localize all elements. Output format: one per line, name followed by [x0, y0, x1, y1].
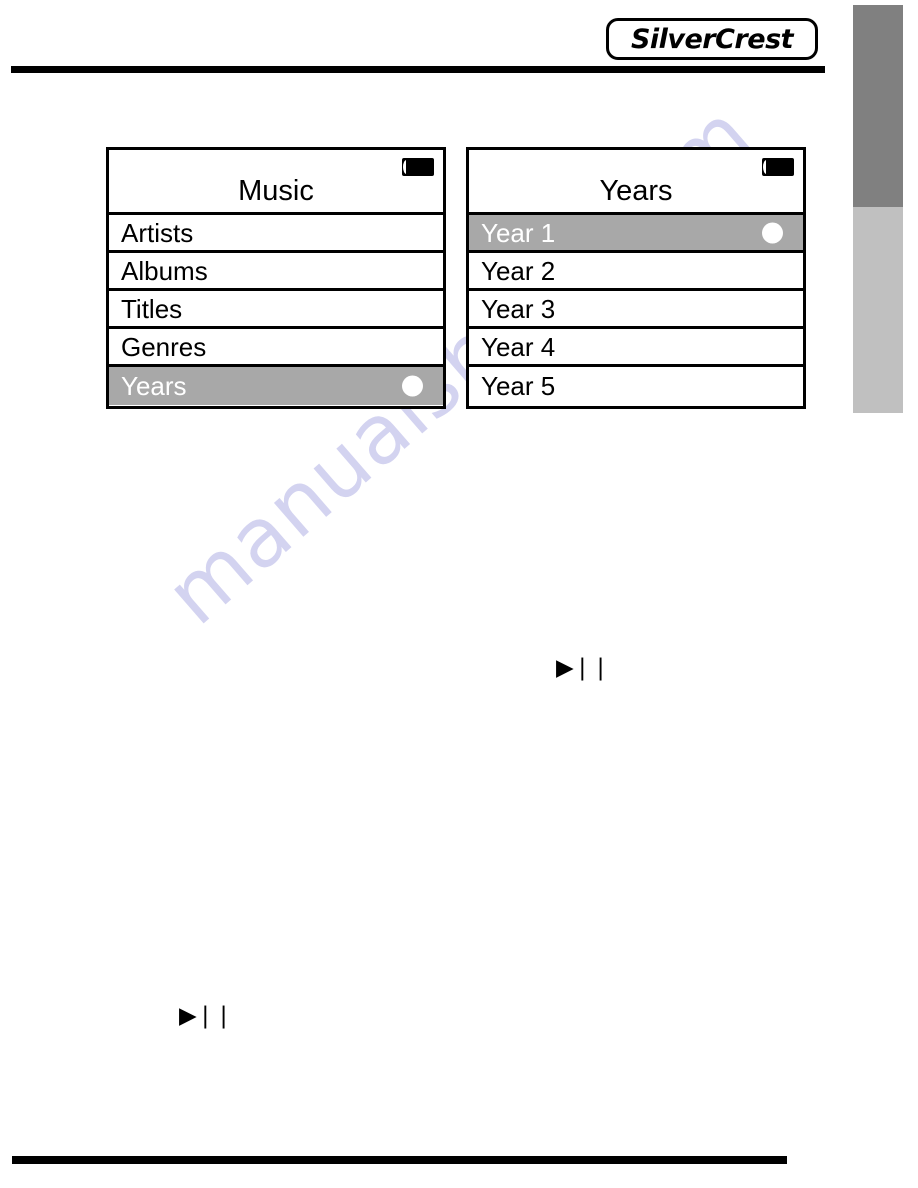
battery-full-icon: [762, 158, 794, 176]
edge-tab-dark: [853, 5, 903, 207]
screen-title-years: Years: [599, 175, 673, 207]
lcd-screen-music: Music Artists Albums Titles Genres Years: [106, 147, 446, 409]
menu-item-label: Year 4: [481, 331, 556, 362]
play-pause-icon: ▶❘❘: [179, 1003, 233, 1029]
menu-item-albums[interactable]: Albums: [109, 253, 443, 291]
lcd-screen-years: Years Year 1 Year 2 Year 3 Year 4 Year 5: [466, 147, 806, 409]
silvercrest-logo-badge: SilverCrest: [606, 18, 818, 60]
menu-item-label: Artists: [121, 217, 194, 248]
selection-dot-icon: [402, 375, 423, 397]
menu-list-years: Year 1 Year 2 Year 3 Year 4 Year 5: [469, 215, 803, 405]
menu-item-label: Genres: [121, 331, 207, 362]
menu-item-label: Year 5: [481, 371, 556, 401]
menu-item-label: Titles: [121, 293, 183, 324]
menu-item-genres[interactable]: Genres: [109, 329, 443, 367]
screen-title-music: Music: [238, 175, 314, 207]
manual-page: SilverCrest manualshive.com Music Artist…: [0, 0, 918, 1188]
menu-item-year-1[interactable]: Year 1: [469, 215, 803, 253]
menu-item-label: Albums: [121, 255, 208, 286]
menu-item-label: Year 3: [481, 293, 556, 324]
footer-rule: [12, 1156, 787, 1164]
menu-item-year-2[interactable]: Year 2: [469, 253, 803, 291]
selection-dot-icon: [762, 222, 783, 243]
battery-full-icon: [402, 158, 434, 176]
menu-item-label: Year 2: [481, 255, 556, 286]
menu-list-music: Artists Albums Titles Genres Years: [109, 215, 443, 405]
play-pause-icon: ▶❘❘: [556, 655, 610, 681]
screen-header-years: Years: [469, 150, 803, 215]
menu-item-artists[interactable]: Artists: [109, 215, 443, 253]
screen-header-music: Music: [109, 150, 443, 215]
menu-item-years[interactable]: Years: [109, 367, 443, 405]
edge-tab-light: [853, 207, 903, 413]
menu-item-titles[interactable]: Titles: [109, 291, 443, 329]
menu-item-label: Year 1: [481, 217, 556, 248]
menu-item-year-4[interactable]: Year 4: [469, 329, 803, 367]
header-rule: [11, 66, 825, 73]
menu-item-label: Years: [121, 371, 187, 401]
menu-item-year-3[interactable]: Year 3: [469, 291, 803, 329]
silvercrest-logo-text: SilverCrest: [630, 23, 794, 55]
menu-item-year-5[interactable]: Year 5: [469, 367, 803, 405]
